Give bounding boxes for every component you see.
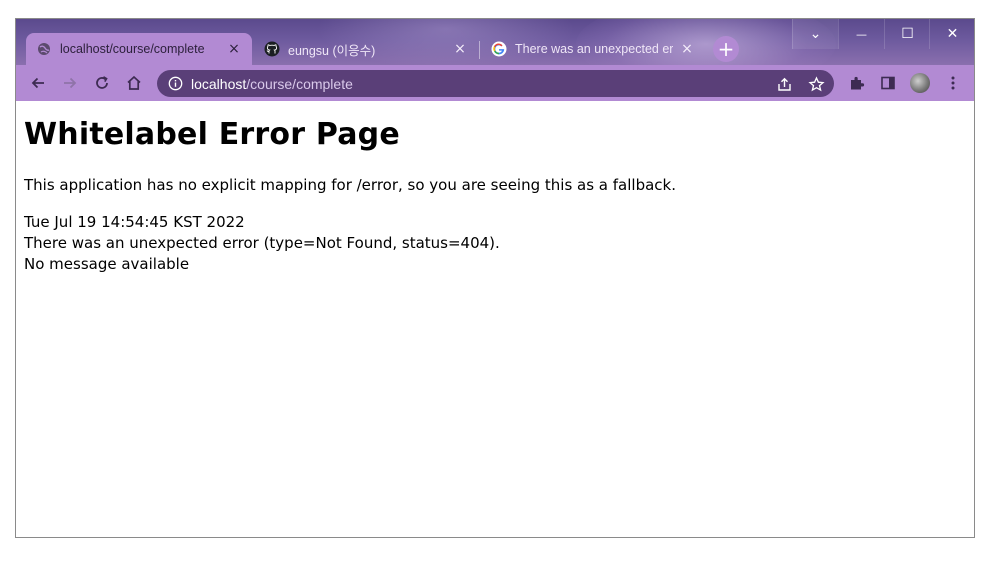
close-window-button[interactable]: ✕ — [929, 19, 974, 49]
tab-google-search[interactable]: There was an unexpected erro × — [481, 33, 705, 65]
close-tab-icon[interactable]: × — [679, 41, 695, 57]
tab-title: localhost/course/complete — [60, 42, 205, 56]
url-text: localhost/course/complete — [191, 76, 353, 92]
info-icon[interactable] — [167, 76, 183, 92]
star-icon — [807, 75, 825, 91]
browser-toolbar: localhost/course/complete — [16, 65, 974, 101]
tab-separator — [479, 41, 480, 59]
extensions-button[interactable] — [846, 72, 868, 94]
side-panel-button[interactable] — [877, 72, 899, 94]
tab-strip: localhost/course/complete × eungsu (이응수)… — [16, 19, 974, 65]
kebab-menu-icon — [951, 76, 955, 90]
minimize-button[interactable]: — — [838, 19, 884, 49]
puzzle-icon — [851, 76, 865, 90]
forward-button[interactable] — [59, 72, 81, 94]
new-tab-button[interactable]: + — [713, 36, 739, 62]
page-title: Whitelabel Error Page — [24, 117, 400, 152]
url-path: /course/complete — [246, 75, 353, 92]
page-content: Whitelabel Error Page This application h… — [16, 101, 974, 537]
tab-title: eungsu (이응수) — [288, 43, 376, 58]
back-button[interactable] — [27, 72, 49, 94]
menu-button[interactable] — [942, 72, 964, 94]
error-detail: No message available — [24, 255, 190, 273]
close-tab-icon[interactable]: × — [226, 41, 242, 57]
close-tab-icon[interactable]: × — [452, 41, 468, 57]
bookmark-button[interactable] — [805, 73, 827, 95]
error-status: There was an unexpected error (type=Not … — [24, 234, 500, 252]
google-icon — [491, 41, 507, 57]
reload-icon — [96, 76, 108, 89]
globe-icon — [36, 41, 52, 57]
forward-arrow-icon — [64, 77, 77, 89]
share-button[interactable] — [773, 73, 795, 95]
github-icon — [264, 41, 280, 57]
error-message: This application has no explicit mapping… — [24, 176, 676, 194]
browser-window: localhost/course/complete × eungsu (이응수)… — [15, 18, 975, 538]
url-host: localhost — [191, 75, 247, 92]
maximize-button[interactable]: ☐ — [884, 19, 930, 49]
back-arrow-icon — [31, 77, 44, 89]
reload-button[interactable] — [91, 72, 113, 94]
tab-localhost[interactable]: localhost/course/complete × — [26, 33, 252, 65]
share-icon — [777, 77, 791, 91]
error-timestamp: Tue Jul 19 14:54:45 KST 2022 — [24, 213, 245, 231]
tab-title: There was an unexpected erro — [515, 42, 673, 56]
home-icon — [127, 75, 141, 90]
tab-search-button[interactable]: ⌄ — [792, 19, 838, 49]
address-bar[interactable]: localhost/course/complete — [157, 70, 834, 97]
side-panel-icon — [881, 76, 895, 90]
tab-github[interactable]: eungsu (이응수) × — [254, 33, 478, 65]
home-button[interactable] — [123, 72, 145, 94]
error-details: Tue Jul 19 14:54:45 KST 2022 There was a… — [24, 212, 500, 275]
profile-avatar[interactable] — [910, 73, 930, 93]
